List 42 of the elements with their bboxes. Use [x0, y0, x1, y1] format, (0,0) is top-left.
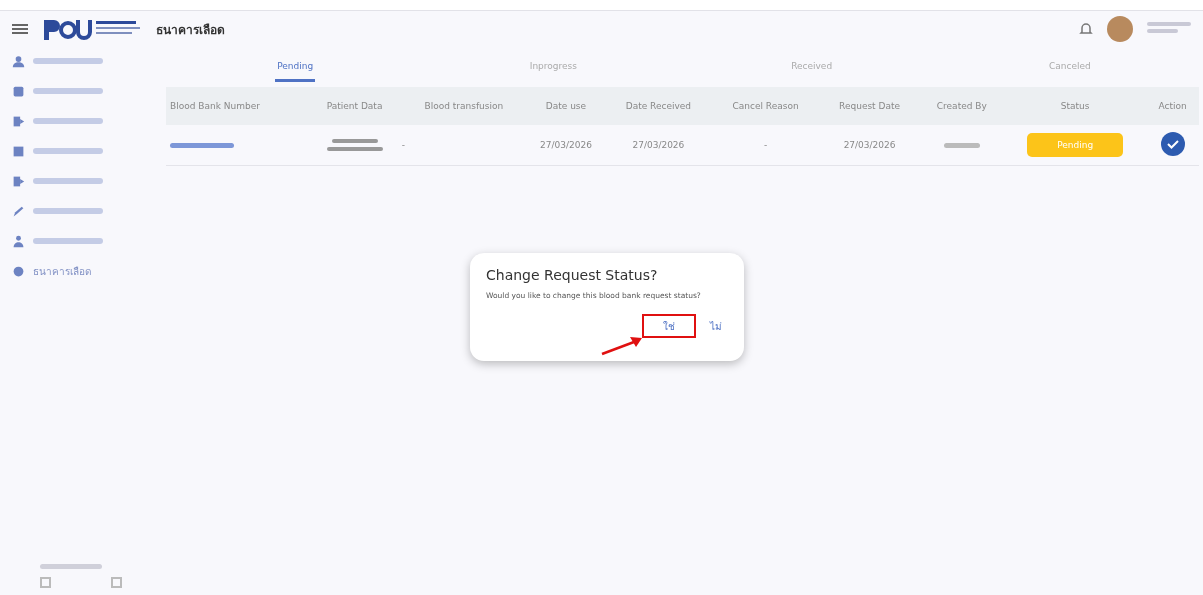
circle-icon — [12, 264, 25, 278]
dialog-button[interactable]: ใช่ — [642, 314, 696, 338]
blood-bank-number-link[interactable] — [170, 142, 234, 148]
table-cell: - — [711, 125, 820, 166]
dialog-title: Change Request Status? — [486, 267, 659, 283]
status-tab[interactable]: Pending — [275, 53, 316, 82]
table-cell: 27/03/2026 — [605, 125, 712, 166]
status-badge: Pending — [1027, 133, 1124, 157]
square-icon — [12, 144, 25, 158]
column-header: Blood Bank Number — [166, 87, 309, 125]
status-tab[interactable]: Inprogress — [527, 53, 579, 82]
person-icon — [12, 54, 25, 68]
user-name — [1147, 22, 1191, 36]
status-tab[interactable]: Received — [789, 53, 835, 82]
version-text — [40, 564, 102, 569]
sidebar-item[interactable]: ธนาคารเลือด — [10, 261, 150, 281]
arrow-box-icon — [12, 174, 25, 188]
column-header: Blood transfusion — [400, 87, 527, 125]
column-header: Status — [1003, 87, 1147, 125]
column-header: Created By — [919, 87, 1004, 125]
arrow-box-icon — [12, 114, 25, 128]
table-cell: - — [400, 125, 527, 166]
person-icon — [12, 234, 25, 248]
column-header: Date use — [526, 87, 606, 125]
app-title: ธนาคารเลือด — [156, 21, 225, 39]
status-tab[interactable]: Canceled — [1047, 53, 1093, 82]
table-cell: 27/03/2026 — [526, 125, 606, 166]
column-header: Patient Data — [308, 87, 401, 125]
check-icon[interactable] — [1159, 131, 1186, 157]
column-header: Date Received — [605, 87, 712, 125]
column-header: Cancel Reason — [711, 87, 820, 125]
menu-icon[interactable] — [12, 23, 28, 35]
pencil-icon — [12, 204, 25, 218]
column-header: Request Date — [819, 87, 920, 125]
table-cell: 27/03/2026 — [819, 125, 920, 166]
column-header: Action — [1146, 87, 1199, 125]
created-by — [943, 143, 980, 148]
dialog-button[interactable]: ไม่ — [704, 314, 728, 338]
bell-icon[interactable] — [1079, 22, 1093, 36]
user-avatar[interactable] — [1107, 16, 1133, 42]
arrow-drawing — [600, 334, 644, 356]
square-icon — [12, 84, 25, 98]
